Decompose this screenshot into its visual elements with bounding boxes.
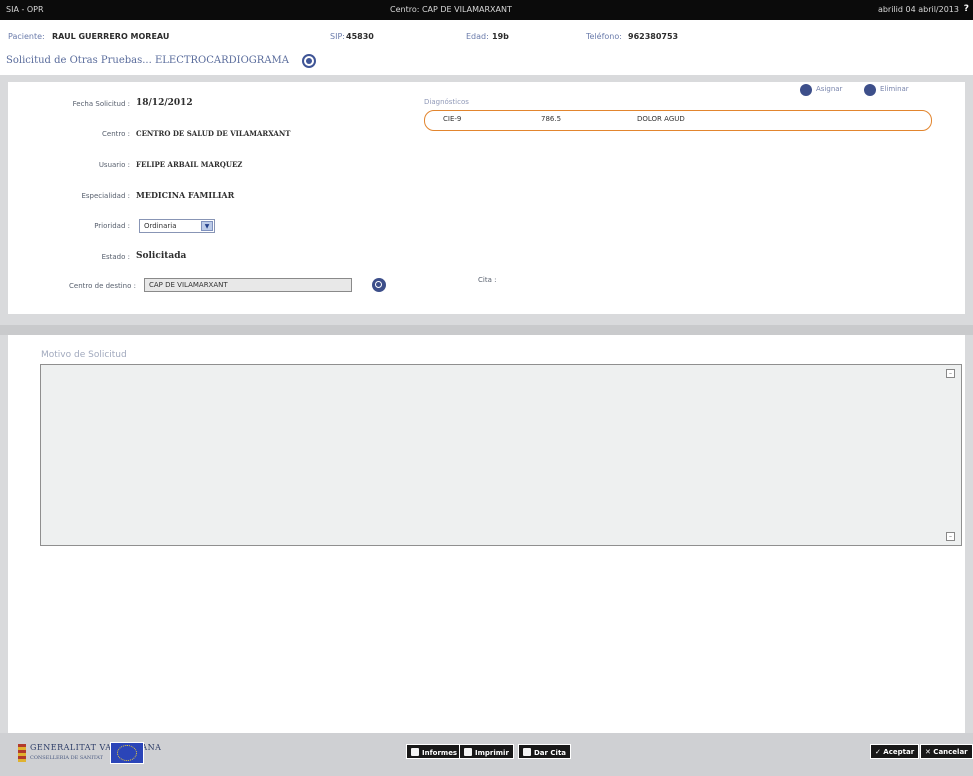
usuario-value: FELIPE ARBAIL MARQUEZ — [136, 160, 243, 169]
cita-label: Cita : — [478, 276, 497, 284]
expand-icon[interactable]: – — [946, 369, 955, 378]
printer-icon — [411, 748, 419, 756]
prioridad-selected: Ordinaria — [144, 222, 177, 230]
centro-label: Centro : — [102, 130, 130, 138]
destino-label: Centro de destino : — [69, 282, 136, 290]
fecha-value: 18/12/2012 — [136, 98, 193, 108]
patient-bar: Paciente: RAUL GUERRERO MOREAU SIP: 4583… — [0, 30, 973, 46]
imprimir-button[interactable]: Imprimir — [459, 744, 514, 759]
edad-value: 19b — [492, 32, 509, 41]
diag-code: 786.5 — [541, 115, 562, 123]
page: SIA - OPR Centro: CAP DE VILAMARXANT abr… — [0, 0, 973, 776]
delete-icon[interactable] — [864, 84, 876, 96]
especialidad-label: Especialidad : — [81, 192, 130, 200]
sip-label: SIP: — [330, 32, 345, 41]
diag-description: DOLOR AGUD — [637, 115, 685, 123]
paciente-value: RAUL GUERRERO MOREAU — [52, 32, 170, 41]
cancelar-button[interactable]: ✕ Cancelar — [920, 744, 973, 759]
section-divider — [0, 325, 973, 335]
page-title: Solicitud de Otras Pruebas... ELECTROCAR… — [6, 55, 290, 66]
printer-icon — [464, 748, 472, 756]
right-frame — [965, 335, 973, 733]
help-button[interactable]: ? — [964, 4, 969, 14]
motivo-label: Motivo de Solicitud — [41, 350, 127, 360]
top-bar: SIA - OPR Centro: CAP DE VILAMARXANT abr… — [0, 0, 973, 20]
add-icon[interactable] — [800, 84, 812, 96]
motivo-textarea[interactable]: – – — [40, 364, 962, 546]
diag-code-system: CIE-9 — [443, 115, 462, 123]
collapse-icon[interactable]: – — [946, 532, 955, 541]
diagnosticos-label: Diagnósticos — [424, 98, 469, 106]
asignar-button[interactable]: Asignar — [816, 85, 842, 93]
fecha-label: Fecha Solicitud : — [72, 100, 130, 108]
telefono-label: Teléfono: — [586, 32, 622, 41]
usuario-label: Usuario : — [98, 161, 130, 169]
logo-bars-icon — [18, 744, 26, 762]
search-icon[interactable] — [372, 278, 386, 292]
dar-cita-button[interactable]: Dar Cita — [518, 744, 572, 759]
prioridad-label: Prioridad : — [94, 222, 130, 230]
chevron-down-icon[interactable]: ▼ — [201, 221, 213, 231]
left-frame — [0, 335, 8, 733]
logo-sub: CONSELLERIA DE SANITAT — [30, 755, 103, 761]
estado-label: Estado : — [101, 253, 130, 261]
sip-value: 45830 — [346, 32, 374, 41]
diagnosticos-row[interactable]: CIE-9 786.5 DOLOR AGUD — [424, 110, 932, 131]
app-name: SIA - OPR — [6, 5, 44, 14]
eu-flag-icon — [110, 742, 144, 764]
informes-button[interactable]: Informes — [406, 744, 463, 759]
edad-label: Edad: — [466, 32, 489, 41]
eliminar-button[interactable]: Eliminar — [880, 85, 909, 93]
title-action-icon[interactable] — [302, 54, 316, 68]
centro-value: CENTRO DE SALUD DE VILAMARXANT — [136, 129, 291, 138]
aceptar-button[interactable]: ✓ Aceptar — [870, 744, 920, 759]
especialidad-value: MEDICINA FAMILIAR — [136, 190, 235, 200]
destino-input[interactable]: CAP DE VILAMARXANT — [144, 278, 352, 292]
current-center: Centro: CAP DE VILAMARXANT — [390, 5, 512, 14]
estado-value: Solicitada — [136, 251, 187, 261]
destino-value: CAP DE VILAMARXANT — [149, 281, 228, 289]
paciente-label: Paciente: — [8, 32, 45, 41]
telefono-value: 962380753 — [628, 32, 679, 41]
session-info: abrilid 04 abril/2013 — [877, 5, 959, 14]
prioridad-select[interactable]: Ordinaria ▼ — [139, 219, 215, 233]
calendar-icon — [523, 748, 531, 756]
